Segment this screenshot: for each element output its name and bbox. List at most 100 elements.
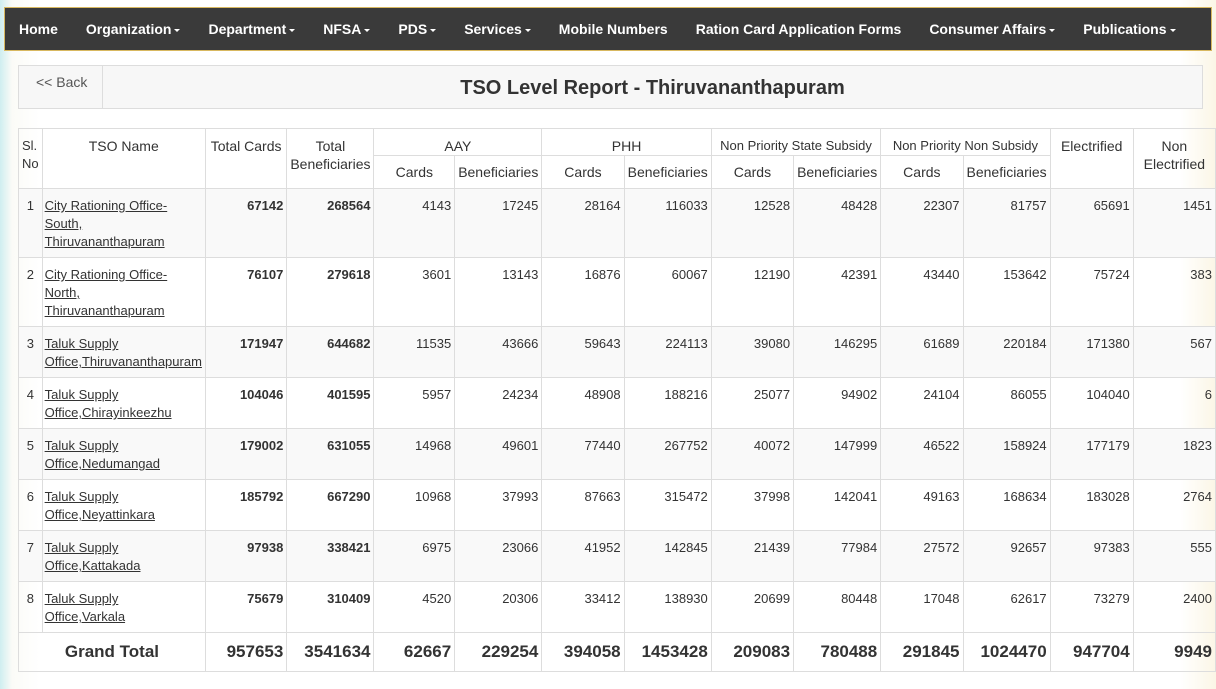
nav-item-mobile-numbers[interactable]: Mobile Numbers [559,21,668,37]
value-cell: 73279 [1049,581,1134,633]
nav-item-nfsa[interactable]: NFSA [323,21,370,37]
value-cell: 48428 [793,188,882,258]
value-cell: 92657 [962,530,1051,582]
tso-name-cell: Taluk Supply Office,Thiruvananthapuram [41,326,206,378]
value-cell: 171380 [1049,326,1134,378]
value-cell: 17048 [880,581,964,633]
nav-item-organization[interactable]: Organization [86,21,181,37]
value-cell: 279618 [286,257,375,327]
tso-name-link[interactable]: Taluk Supply Office,Thiruvananthapuram [45,336,202,369]
value-cell: 401595 [286,377,375,429]
sl-no-cell: 3 [18,326,43,378]
header-total-cards: Total Cards [204,128,288,189]
tso-name-link[interactable]: Taluk Supply Office,Chirayinkeezhu [45,387,172,420]
tso-name-link[interactable]: Taluk Supply Office,Neyattinkara [45,489,155,522]
value-cell: 338421 [286,530,375,582]
header-phh: PHH [541,128,712,156]
tso-name-cell: Taluk Supply Office,Nedumangad [41,428,206,480]
value-cell: 644682 [286,326,375,378]
header-tso-name: TSO Name [41,128,206,189]
value-cell: 188216 [623,377,712,429]
tso-name-link[interactable]: City Rationing Office-North, Thiruvanant… [45,267,168,318]
value-cell: 10968 [373,479,456,531]
value-cell: 267752 [623,428,712,480]
tso-name-link[interactable]: Taluk Supply Office,Varkala [45,591,125,624]
sl-no-cell: 6 [18,479,43,531]
value-cell: 14968 [373,428,456,480]
nav-item-pds[interactable]: PDS [398,21,436,37]
value-cell: 11535 [373,326,456,378]
value-cell: 27572 [880,530,964,582]
back-button[interactable]: << Back [19,66,103,108]
nav-item-services[interactable]: Services [464,21,531,37]
value-cell: 2764 [1132,479,1216,531]
header-sl: Sl. No [18,128,43,189]
value-cell: 49601 [454,428,543,480]
value-cell: 75679 [204,581,288,633]
nav-item-ration-card-application-forms[interactable]: Ration Card Application Forms [696,21,902,37]
value-cell: 171947 [204,326,288,378]
value-cell: 77440 [541,428,625,480]
tso-name-link[interactable]: City Rationing Office-South, Thiruvanant… [45,198,168,249]
page-title: TSO Level Report - Thiruvananthapuram [460,77,845,99]
nav-item-publications[interactable]: Publications [1083,21,1175,37]
header-electrified: Electrified [1049,128,1134,189]
value-cell: 20699 [710,581,795,633]
value-cell: 6975 [373,530,456,582]
value-cell: 104046 [204,377,288,429]
header-aay: AAY [373,128,543,156]
value-cell: 60067 [623,257,712,327]
value-cell: 177179 [1049,428,1134,480]
report-header: << Back TSO Level Report - Thiruvanantha… [18,65,1203,109]
value-cell: 183028 [1049,479,1134,531]
value-cell: 86055 [962,377,1051,429]
value-cell: 40072 [710,428,795,480]
value-cell: 62617 [962,581,1051,633]
value-cell: 37993 [454,479,543,531]
grand-total-value: 62667 [373,632,456,672]
tso-name-link[interactable]: Taluk Supply Office,Kattakada [45,540,141,573]
header-npns: Non Priority Non Subsidy [880,128,1051,156]
grand-total-value: 229254 [454,632,543,672]
value-cell: 13143 [454,257,543,327]
grand-total-value: 3541634 [286,632,375,672]
nav-item-department[interactable]: Department [208,21,295,37]
tso-name-cell: Taluk Supply Office,Varkala [41,581,206,633]
value-cell: 2400 [1132,581,1216,633]
nav-item-consumer-affairs[interactable]: Consumer Affairs [929,21,1055,37]
value-cell: 65691 [1049,188,1134,258]
value-cell: 17245 [454,188,543,258]
value-cell: 6 [1132,377,1216,429]
value-cell: 87663 [541,479,625,531]
nav-item-home[interactable]: Home [19,21,58,37]
value-cell: 1451 [1132,188,1216,258]
value-cell: 21439 [710,530,795,582]
grand-total-row: Grand Total 957653 3541634 62667 229254 39405… [18,632,1216,672]
top-nav: Home Organization Department NFSA PDS Service… [4,7,1212,51]
tso-name-cell: City Rationing Office-South, Thiruvanant… [41,188,206,258]
sl-no-cell: 2 [18,257,43,327]
subheader-cards: Cards [710,155,795,189]
subheader-ben: Beneficiaries [962,155,1051,189]
value-cell: 142041 [793,479,882,531]
value-cell: 383 [1132,257,1216,327]
value-cell: 12190 [710,257,795,327]
value-cell: 37998 [710,479,795,531]
tso-name-link[interactable]: Taluk Supply Office,Nedumangad [45,438,160,471]
value-cell: 168634 [962,479,1051,531]
value-cell: 46522 [880,428,964,480]
tso-name-cell: Taluk Supply Office,Neyattinkara [41,479,206,531]
value-cell: 5957 [373,377,456,429]
value-cell: 59643 [541,326,625,378]
value-cell: 75724 [1049,257,1134,327]
value-cell: 104040 [1049,377,1134,429]
value-cell: 61689 [880,326,964,378]
header-nps: Non Priority State Subsidy [710,128,882,156]
subheader-cards: Cards [880,155,964,189]
table-row: 5 Taluk Supply Office,Nedumangad 179002 631… [18,428,1216,480]
header-non-electrified: Non Electrified [1132,128,1216,189]
grand-total-value: 780488 [793,632,882,672]
tso-name-cell: Taluk Supply Office,Kattakada [41,530,206,582]
grand-total-value: 9949 [1132,632,1216,672]
value-cell: 153642 [962,257,1051,327]
